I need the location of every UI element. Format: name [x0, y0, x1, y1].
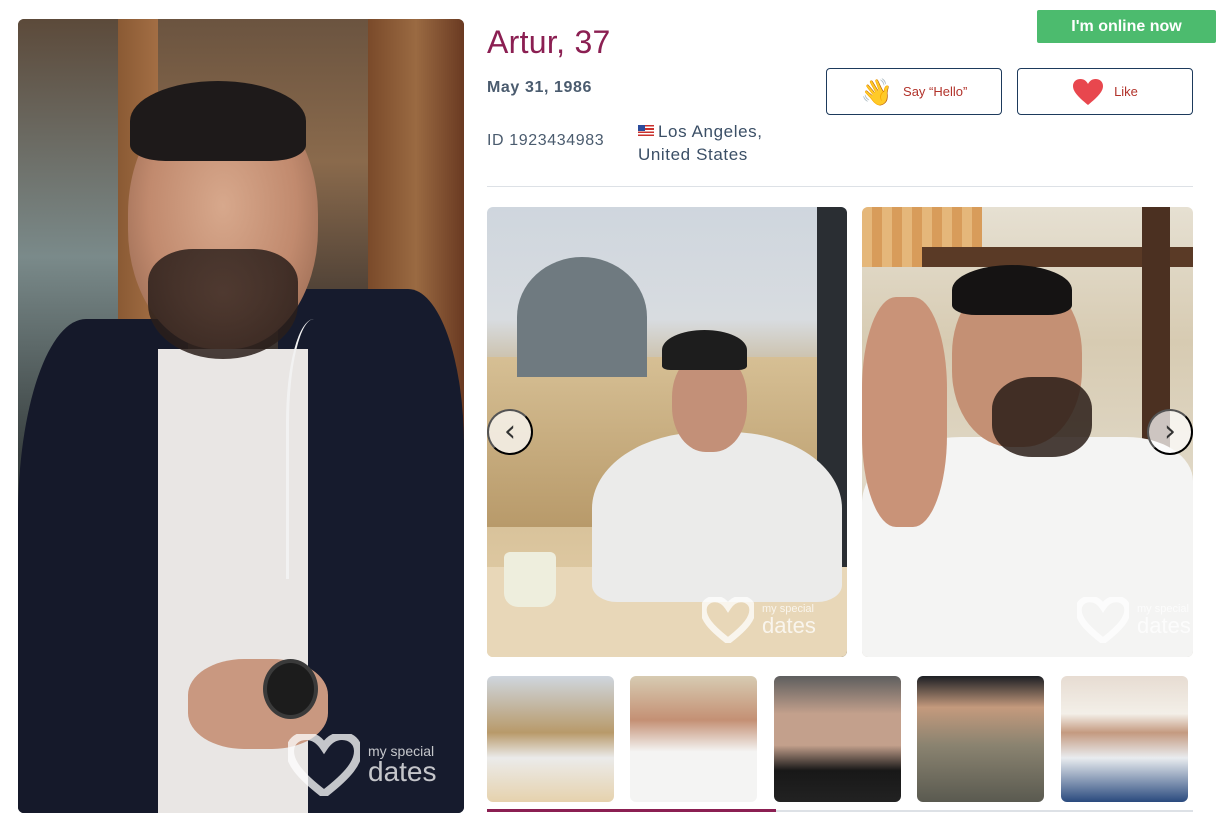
header-divider	[487, 186, 1193, 187]
watermark-logo: my special dates	[1077, 597, 1191, 643]
watermark-text-large: dates	[368, 756, 437, 787]
location: Los Angeles, United States	[638, 120, 808, 166]
gallery-next-button[interactable]: ›	[1147, 409, 1193, 455]
gallery-photo[interactable]: my special dates	[487, 207, 847, 657]
thumbnail-photo[interactable]	[630, 676, 757, 802]
watermark-heart-icon	[1077, 597, 1129, 643]
watermark-text-large: dates	[1137, 612, 1191, 638]
say-hello-label: Say “Hello”	[903, 84, 968, 99]
online-status-badge: I'm online now	[1037, 10, 1216, 43]
chevron-right-icon: ›	[1164, 414, 1176, 449]
like-label: Like	[1114, 84, 1138, 99]
heart-icon	[1073, 78, 1104, 105]
chevron-left-icon: ‹	[504, 414, 516, 449]
thumbnail-photo[interactable]	[487, 676, 614, 802]
thumbnail-scroll-indicator	[487, 809, 776, 812]
thumbnail-photo[interactable]	[774, 676, 901, 802]
thumbnail-photo[interactable]	[917, 676, 1044, 802]
birth-date: May 31, 1986	[487, 79, 593, 96]
gallery-photo[interactable]: my special dates	[862, 207, 1193, 657]
watermark-text-large: dates	[762, 612, 816, 638]
profile-id: ID 1923434983	[487, 132, 605, 149]
like-button[interactable]: Like	[1017, 68, 1193, 115]
gallery-prev-button[interactable]: ‹	[487, 409, 533, 455]
watermark-logo: my special dates	[702, 597, 816, 643]
say-hello-button[interactable]: 👋 Say “Hello”	[826, 68, 1002, 115]
main-profile-photo[interactable]: my special dates	[18, 19, 464, 813]
location-country: United States	[638, 145, 748, 164]
thumbnail-photo[interactable]	[1061, 676, 1188, 802]
waving-hand-icon: 👋	[860, 76, 894, 107]
profile-name-age: Artur, 37	[487, 24, 611, 60]
us-flag-icon	[638, 125, 654, 136]
watermark-heart-icon	[288, 734, 360, 796]
location-city: Los Angeles,	[658, 122, 763, 141]
watermark-heart-icon	[702, 597, 754, 643]
watermark-logo: my special dates	[288, 734, 437, 796]
